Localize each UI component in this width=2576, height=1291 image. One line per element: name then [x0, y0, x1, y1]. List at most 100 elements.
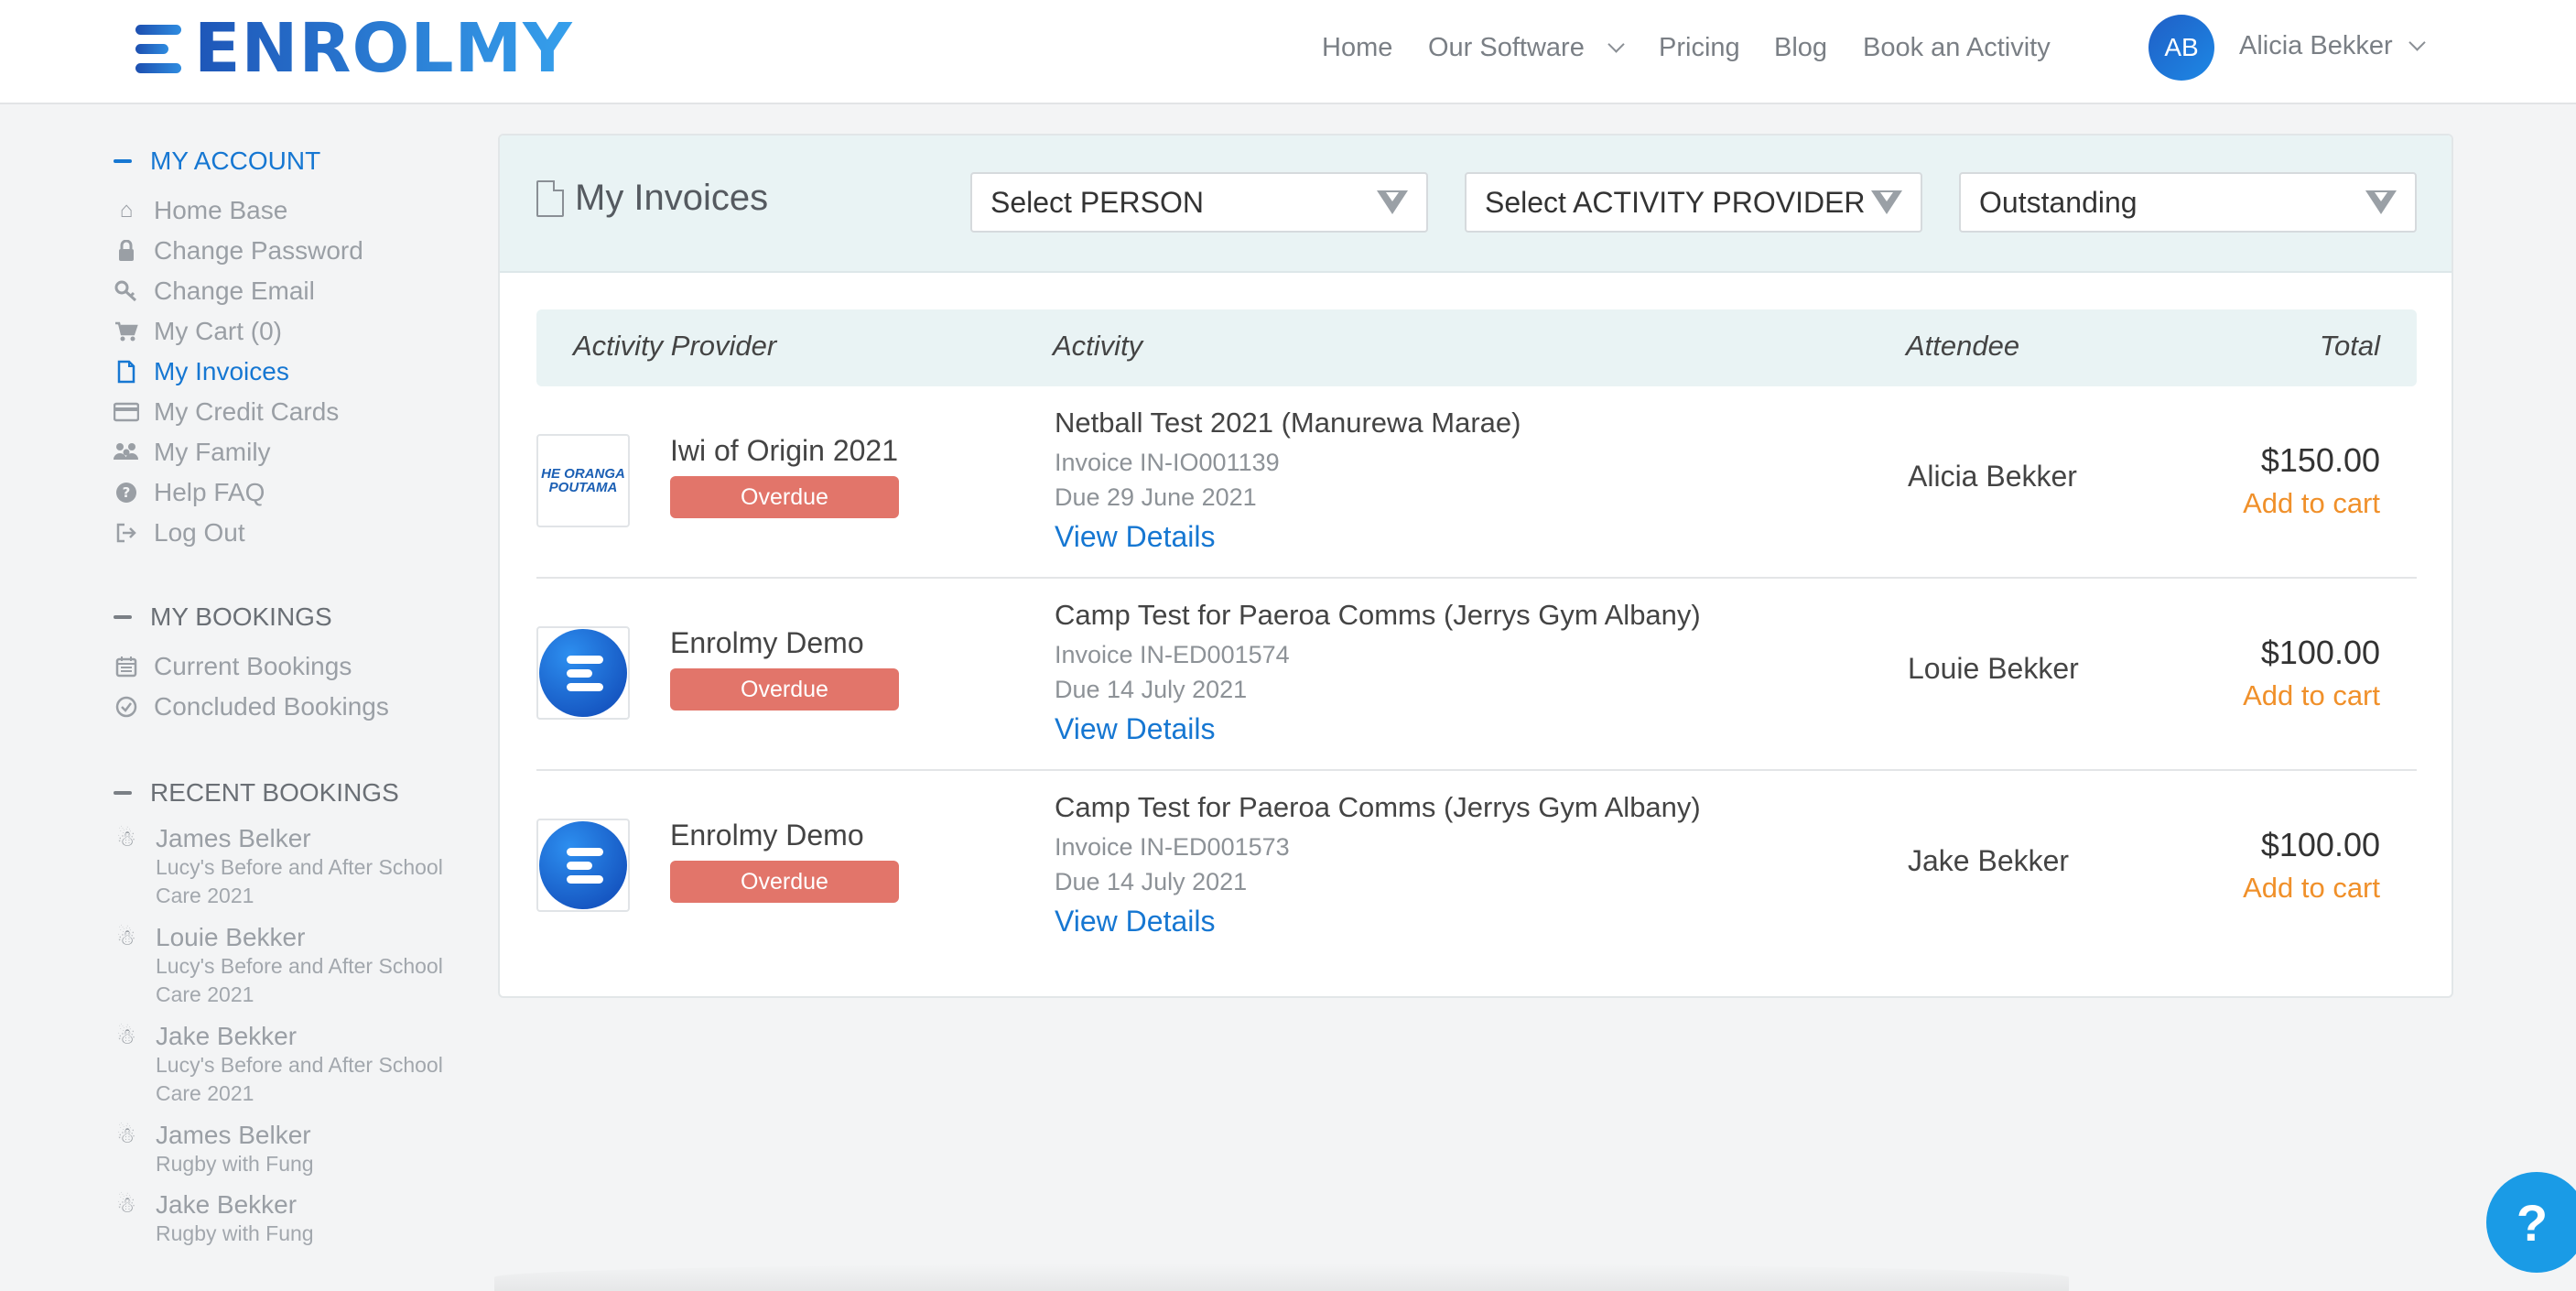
- sidebar-item-change-email[interactable]: Change Email: [114, 273, 315, 309]
- view-details-link[interactable]: View Details: [1055, 712, 1215, 746]
- document-icon: [536, 179, 564, 217]
- recent-booking-item[interactable]: ☃ Louie Bekker Lucy's Before and After Sc…: [114, 923, 485, 1009]
- column-header-provider: Activity Provider: [573, 330, 777, 362]
- collapse-dash-icon: [114, 615, 132, 619]
- provider-name: Enrolmy Demo: [670, 626, 864, 659]
- invoices-panel-header: My Invoices Select PERSON Select ACTIVIT…: [500, 136, 2452, 273]
- my-bookings-heading[interactable]: MY BOOKINGS: [114, 602, 332, 632]
- sidebar-item-log-out[interactable]: Log Out: [114, 515, 245, 551]
- status-badge: Overdue: [670, 476, 899, 518]
- select-provider-value: Select ACTIVITY PROVIDER: [1485, 186, 1866, 219]
- recent-booking-item[interactable]: ☃ James Belker Rugby with Fung: [114, 1121, 485, 1178]
- activity-title: Camp Test for Paeroa Comms (Jerrys Gym A…: [1055, 599, 1701, 631]
- my-account-heading[interactable]: MY ACCOUNT: [114, 146, 320, 176]
- recent-booking-activity: Rugby with Fung: [156, 1221, 314, 1245]
- recent-booking-activity: Lucy's Before and After School Care 2021: [156, 954, 443, 1006]
- sidebar-item-my-invoices[interactable]: My Invoices: [114, 353, 289, 390]
- nav-blog[interactable]: Blog: [1774, 27, 1827, 68]
- page-title: My Invoices: [536, 178, 768, 219]
- select-person-dropdown[interactable]: Select PERSON: [970, 172, 1428, 233]
- recent-booking-activity: Lucy's Before and After School Care 2021: [156, 855, 443, 907]
- recent-booking-name: Jake Bekker: [156, 1190, 298, 1219]
- nav-our-software-label: Our Software: [1428, 33, 1585, 62]
- sidebar-item-label: My Family: [154, 438, 271, 466]
- sidebar-item-my-family[interactable]: My Family: [114, 434, 271, 471]
- question-circle-icon: ?: [114, 480, 139, 505]
- sidebar-item-label: My Cart (0): [154, 317, 282, 345]
- dropdown-arrow-icon: [2365, 190, 2397, 214]
- sidebar-item-help-faq[interactable]: ? Help FAQ: [114, 474, 265, 511]
- select-activity-provider-dropdown[interactable]: Select ACTIVITY PROVIDER: [1465, 172, 1922, 233]
- recent-bookings-title: RECENT BOOKINGS: [150, 778, 399, 807]
- attendee-name: Louie Bekker: [1908, 652, 2079, 685]
- attendee-name: Jake Bekker: [1908, 844, 2070, 877]
- cart-icon: [114, 319, 139, 344]
- help-button[interactable]: ?: [2486, 1172, 2576, 1273]
- recent-booking-item[interactable]: ☃ Jake Bekker Rugby with Fung: [114, 1190, 485, 1248]
- invoice-number: Invoice IN-IO001139: [1055, 449, 1280, 476]
- recent-booking-name: James Belker: [156, 1121, 311, 1149]
- column-header-total: Total: [2319, 330, 2380, 362]
- due-date: Due 14 July 2021: [1055, 676, 1248, 703]
- svg-text:?: ?: [123, 484, 131, 501]
- invoices-panel: My Invoices Select PERSON Select ACTIVIT…: [498, 134, 2453, 998]
- provider-logo: [536, 626, 630, 720]
- provider-name: Iwi of Origin 2021: [670, 434, 899, 467]
- logout-icon: [114, 520, 139, 546]
- sidebar-item-concluded-bookings[interactable]: Concluded Bookings: [114, 689, 389, 725]
- add-to-cart-link[interactable]: Add to cart: [2243, 872, 2380, 905]
- sidebar-item-current-bookings[interactable]: Current Bookings: [114, 648, 352, 685]
- due-date: Due 14 July 2021: [1055, 868, 1248, 895]
- view-details-link[interactable]: View Details: [1055, 905, 1215, 938]
- sidebar-item-home-base[interactable]: ⌂ Home Base: [114, 192, 288, 229]
- attendee-name: Alicia Bekker: [1908, 460, 2077, 493]
- invoice-number: Invoice IN-ED001573: [1055, 833, 1290, 861]
- add-to-cart-link[interactable]: Add to cart: [2243, 679, 2380, 712]
- enrolmy-e-icon: [539, 821, 627, 909]
- enrolmy-logo[interactable]: ENROLMY: [135, 9, 573, 88]
- nav-book-activity[interactable]: Book an Activity: [1863, 27, 2051, 68]
- sidebar-item-change-password[interactable]: Change Password: [114, 233, 363, 269]
- recent-booking-item[interactable]: ☃ Jake Bekker Lucy's Before and After Sch…: [114, 1022, 485, 1108]
- activity-title: Netball Test 2021 (Manurewa Marae): [1055, 407, 1521, 439]
- provider-name: Enrolmy Demo: [670, 819, 864, 852]
- recent-booking-name: James Belker: [156, 824, 311, 852]
- recent-bookings-heading[interactable]: RECENT BOOKINGS: [114, 778, 399, 808]
- recent-booking-name: Louie Bekker: [156, 923, 306, 951]
- user-chevron-down-icon[interactable]: [2408, 34, 2426, 51]
- child-icon: ☃: [116, 826, 136, 852]
- provider-logo-text: HE ORANGA POUTAMA: [541, 466, 625, 495]
- nav-pricing[interactable]: Pricing: [1659, 27, 1740, 68]
- add-to-cart-link[interactable]: Add to cart: [2243, 487, 2380, 520]
- due-date: Due 29 June 2021: [1055, 483, 1257, 511]
- sidebar-item-my-cart[interactable]: My Cart (0): [114, 313, 282, 350]
- credit-card-icon: [114, 399, 139, 425]
- check-circle-icon: [114, 694, 139, 720]
- child-icon: ☃: [116, 1024, 136, 1049]
- table-row: Enrolmy Demo Overdue Camp Test for Paero…: [536, 579, 2417, 771]
- family-icon: [114, 439, 139, 465]
- document-icon: [114, 359, 139, 385]
- status-filter-dropdown[interactable]: Outstanding: [1959, 172, 2417, 233]
- sidebar-item-label: Help FAQ: [154, 478, 265, 506]
- user-menu-name[interactable]: Alicia Bekker: [2239, 26, 2393, 66]
- nav-our-software[interactable]: Our Software: [1428, 27, 1625, 68]
- logo-text: ENROLMY: [194, 9, 573, 88]
- site-header: ENROLMY Home Our Software Pricing Blog B…: [0, 0, 2576, 104]
- status-badge: Overdue: [670, 861, 899, 903]
- sidebar-item-label: My Credit Cards: [154, 397, 340, 426]
- logo-mark-icon: [135, 19, 189, 78]
- sidebar-item-label: Concluded Bookings: [154, 692, 389, 721]
- recent-booking-activity: Lucy's Before and After School Care 2021: [156, 1053, 443, 1105]
- recent-booking-activity: Rugby with Fung: [156, 1152, 314, 1176]
- recent-booking-item[interactable]: ☃ James Belker Lucy's Before and After Sc…: [114, 824, 485, 910]
- nav-home[interactable]: Home: [1322, 27, 1392, 68]
- provider-logo: HE ORANGA POUTAMA: [536, 434, 630, 527]
- sidebar-item-label: My Invoices: [154, 357, 289, 385]
- child-icon: ☃: [116, 925, 136, 950]
- status-filter-value: Outstanding: [1979, 186, 2138, 219]
- avatar[interactable]: AB: [2148, 15, 2214, 81]
- sidebar-item-my-credit-cards[interactable]: My Credit Cards: [114, 394, 339, 430]
- lock-icon: [114, 238, 139, 264]
- view-details-link[interactable]: View Details: [1055, 520, 1215, 554]
